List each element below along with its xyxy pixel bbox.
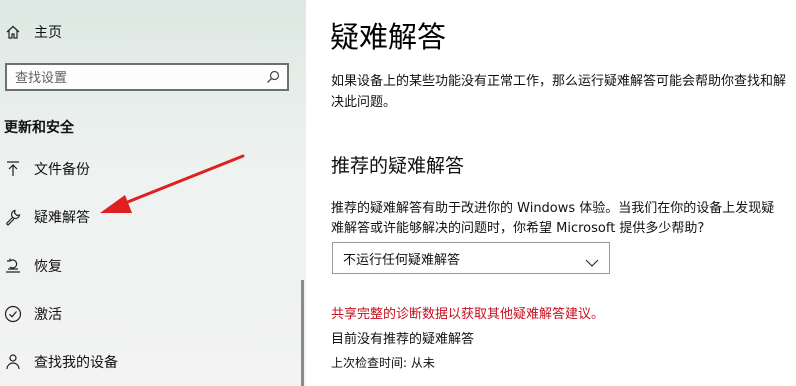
chevron-down-icon bbox=[585, 253, 599, 272]
dropdown-value: 不运行任何疑难解答 bbox=[343, 252, 461, 268]
page-title: 疑难解答 bbox=[330, 20, 447, 54]
sidebar-item-home[interactable]: 主页 bbox=[0, 12, 300, 52]
share-diagnostic-data-link[interactable]: 共享完整的诊断数据以获取其他疑难解答建议。 bbox=[331, 303, 604, 322]
wrench-icon bbox=[4, 208, 22, 226]
check-circle-icon bbox=[4, 305, 22, 323]
recommended-heading: 推荐的疑难解答 bbox=[331, 155, 465, 177]
sidebar-item-find-device[interactable]: 查找我的设备 bbox=[0, 342, 300, 382]
sidebar-item-label: 文件备份 bbox=[34, 162, 90, 178]
search-icon[interactable] bbox=[265, 69, 281, 89]
sidebar-item-label: 恢复 bbox=[34, 259, 62, 275]
recommended-description: 推荐的疑难解答有助于改进你的 Windows 体验。当我们在你的设备上发现疑难解… bbox=[331, 201, 775, 236]
intro-text: 如果设备上的某些功能没有正常工作，那么运行疑难解答可能会帮助你查找和解决此问题。 bbox=[331, 74, 787, 110]
troubleshoot-preference-dropdown[interactable]: 不运行任何疑难解答 bbox=[332, 242, 610, 274]
backup-arrow-icon bbox=[4, 160, 22, 178]
sidebar-item-activation[interactable]: 激活 bbox=[0, 294, 300, 334]
section-title: 更新和安全 bbox=[4, 120, 74, 136]
person-location-icon bbox=[4, 353, 22, 371]
sidebar-item-troubleshoot[interactable]: 疑难解答 bbox=[0, 197, 300, 237]
search-box[interactable] bbox=[5, 63, 289, 91]
sidebar: 主页 更新和安全 文件备份 疑难解答 恢复 激活 查找我 bbox=[0, 0, 306, 386]
sidebar-item-label: 疑难解答 bbox=[34, 210, 90, 226]
search-input[interactable] bbox=[13, 68, 257, 88]
sidebar-item-label: 主页 bbox=[34, 25, 62, 41]
home-icon bbox=[4, 23, 22, 41]
sidebar-item-label: 查找我的设备 bbox=[34, 355, 118, 371]
recovery-icon bbox=[4, 257, 22, 275]
status-text: 目前没有推荐的疑难解答 bbox=[331, 332, 475, 347]
sidebar-item-backup[interactable]: 文件备份 bbox=[0, 149, 300, 189]
sidebar-item-recovery[interactable]: 恢复 bbox=[0, 246, 300, 286]
sidebar-item-label: 激活 bbox=[34, 307, 62, 323]
last-check-text: 上次检查时间: 从未 bbox=[331, 356, 435, 370]
sidebar-scrollbar[interactable] bbox=[301, 280, 304, 386]
main-content: 疑难解答 如果设备上的某些功能没有正常工作，那么运行疑难解答可能会帮助你查找和解… bbox=[306, 0, 796, 386]
